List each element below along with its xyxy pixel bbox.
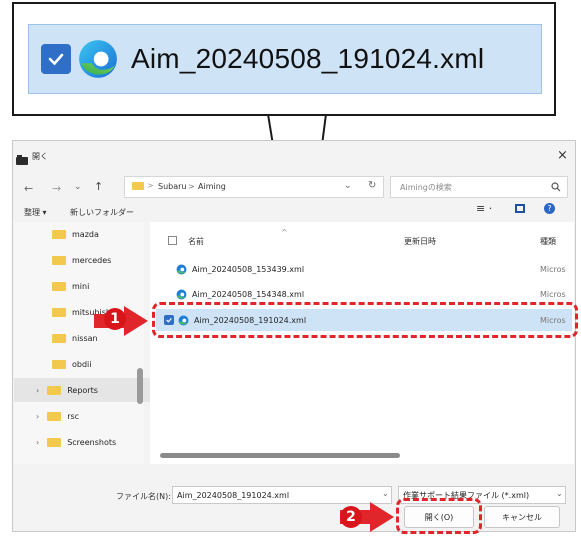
column-header-type[interactable]: 種類 <box>540 236 556 247</box>
dialog-icon <box>16 150 28 169</box>
file-type: Micros <box>540 289 566 299</box>
folder-icon <box>52 281 66 291</box>
recent-chevron-icon[interactable]: ⌄ <box>74 182 82 192</box>
sidebar-item-screenshots[interactable]: › Screenshots <box>14 430 166 454</box>
step-badge-2: 2 <box>340 506 362 528</box>
search-icon <box>551 182 561 192</box>
file-name: Aim_20240508_153439.xml <box>192 264 305 274</box>
filename-value: Aim_20240508_191024.xml <box>177 490 290 500</box>
sidebar-item-label: rsc <box>67 411 80 421</box>
organize-button[interactable]: 整理 ▾ <box>24 207 47 218</box>
folder-icon <box>47 385 62 395</box>
select-all-checkbox[interactable] <box>168 236 177 245</box>
step-badge-1: 1 <box>104 308 126 330</box>
sort-caret-icon: ^ <box>281 228 288 237</box>
address-separator: > <box>188 182 195 191</box>
folder-icon <box>132 182 144 190</box>
preview-pane-icon[interactable] <box>515 204 525 213</box>
sidebar-item-label: mercedes <box>72 255 112 265</box>
chevron-right-icon[interactable]: › <box>36 412 39 421</box>
sidebar-item-label: obdii <box>72 359 92 369</box>
sidebar-item-rsc[interactable]: › rsc <box>14 404 166 428</box>
sidebar-item-label: mazda <box>72 229 99 239</box>
chevron-right-icon[interactable]: › <box>36 386 39 395</box>
filename-dropdown-icon[interactable]: ⌄ <box>382 489 389 498</box>
address-separator: > <box>147 181 154 190</box>
filter-dropdown-icon[interactable]: ⌄ <box>556 489 563 498</box>
window-title: 開く <box>32 152 48 161</box>
new-folder-button[interactable]: 新しいフォルダー <box>70 207 134 218</box>
address-dropdown-icon[interactable]: ⌄ <box>344 181 352 191</box>
sidebar-item-label: mini <box>72 281 90 291</box>
column-header-name[interactable]: 名前 <box>188 236 204 247</box>
column-header-date[interactable]: 更新日時 <box>404 236 436 247</box>
list-item[interactable]: Aim_20240508_153439.xml Micros <box>150 258 581 280</box>
cancel-button-label: キャンセル <box>502 512 542 522</box>
navigation-pane: mazda mercedes mini mitsubishi nissan ob… <box>14 222 166 464</box>
folder-icon <box>52 333 66 343</box>
close-button[interactable]: × <box>557 148 568 163</box>
folder-icon <box>52 307 66 317</box>
folder-icon <box>52 255 66 265</box>
refresh-icon[interactable]: ↻ <box>368 180 376 191</box>
sidebar-item-label: Screenshots <box>67 437 117 447</box>
highlight-selected-file <box>152 302 578 338</box>
sidebar-item-label: Reports <box>67 385 98 395</box>
sidebar-item-reports[interactable]: › Reports <box>14 378 166 402</box>
folder-icon <box>47 411 62 421</box>
breadcrumb-aiming[interactable]: Aiming <box>198 182 226 191</box>
view-menu-icon[interactable]: ≡ · <box>476 202 492 215</box>
folder-icon <box>52 229 66 239</box>
file-name: Aim_20240508_154348.xml <box>192 289 305 299</box>
back-arrow-icon[interactable]: ← <box>24 182 33 195</box>
filename-label: ファイル名(N): <box>116 492 171 501</box>
cancel-button[interactable]: キャンセル <box>484 506 560 528</box>
horizontal-scrollbar[interactable] <box>160 453 400 458</box>
chevron-right-icon[interactable]: › <box>36 438 39 447</box>
folder-icon <box>47 437 62 447</box>
edge-icon <box>176 289 187 299</box>
sidebar-scrollbar[interactable] <box>137 368 143 404</box>
file-type: Micros <box>540 264 566 274</box>
folder-icon <box>52 359 66 369</box>
highlight-open-button <box>396 498 482 534</box>
search-placeholder: Aimingの検索 <box>400 183 452 192</box>
help-icon[interactable]: ? <box>544 203 555 214</box>
up-arrow-icon[interactable]: ↑ <box>94 180 103 193</box>
edge-icon <box>176 264 187 274</box>
forward-arrow-icon[interactable]: → <box>52 182 61 195</box>
breadcrumb-subaru[interactable]: Subaru <box>158 182 187 191</box>
